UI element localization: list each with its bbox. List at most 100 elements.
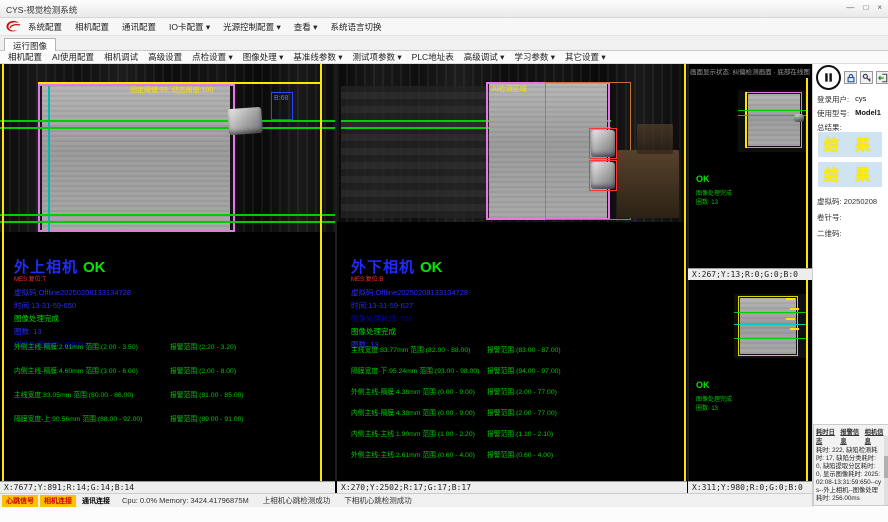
toolbar-item[interactable]: 测试项参数 ▾ [353, 51, 402, 63]
aux-camera-panel-2[interactable]: OK 图像处理完成 圈数: 13 [688, 280, 812, 481]
alarm-range: 报警范围:(1.10 - 2.10) [487, 428, 553, 438]
measure-line [0, 221, 335, 223]
logout-icon [878, 73, 888, 83]
mes-status: MES:复位:T [14, 277, 131, 284]
toolbar-item[interactable]: AI使用配置 [52, 51, 94, 63]
machine-part [637, 124, 673, 154]
log-tab[interactable]: 耗时日志 [816, 427, 837, 445]
exit-button[interactable] [876, 71, 888, 84]
toolbar-item[interactable]: 高级调试 ▾ [464, 51, 505, 63]
alarm-range: 报警范围:(2.00 - 77.00) [487, 386, 557, 396]
aux-camera-panel-1[interactable]: OK 图像处理完成 圈数: 13 [688, 78, 812, 268]
menu-item[interactable]: 系统配置 [28, 21, 62, 33]
toolbar-item[interactable]: 相机配置 [8, 51, 42, 63]
yellow-marker [790, 308, 799, 310]
process-done: 图像处理完成 [351, 328, 468, 336]
virtual-code-field: 虚拟码: 20250208 [817, 196, 877, 207]
machine-part [617, 150, 679, 218]
measurement-row: 内侧主线-隔膜:4.60mm 范围:(3.00 - 6.00) 报警范围:(2.… [0, 358, 335, 382]
capture-time: 时间:13-31-59-650 [14, 302, 131, 310]
mes-status: MES:复位:B [351, 277, 468, 284]
log-scrollbar[interactable] [884, 436, 888, 506]
model-value: Model1 [855, 108, 881, 119]
alarm-range: 报警范围:(83.00 - 87.00) [487, 344, 561, 354]
measurement-row: 外侧主线-隔膜:4.38mm 范围:(0.00 - 9.00) 报警范围:(2.… [337, 380, 687, 401]
toolbar-item[interactable]: 学习参数 ▾ [514, 51, 555, 63]
result-badge-bottom: 结 果 [818, 162, 882, 187]
toolbar-item[interactable]: 图像处理 ▾ [243, 51, 284, 63]
measurement-value: 内侧主线-隔膜:4.60mm 范围:(3.00 - 6.00) [14, 365, 138, 375]
key-icon [862, 73, 872, 83]
virtual-code: 虚拟码:Offline20250208133134728 [351, 289, 468, 297]
alarm-range: 报警范围:(0.60 - 4.00) [487, 449, 553, 459]
toolbar: 相机配置 AI使用配置相机调试高级设置点检设置 ▾ 图像处理 ▾ 基准线参数 ▾ 测试项… [0, 51, 888, 64]
login-value: cys [855, 94, 866, 105]
camera-panel-upper[interactable]: B:68 固定阈值:93, 动态阈值:100 外上相机OK MES:复位:T 虚… [0, 64, 335, 481]
alarm-range: 报警范围:(2.00 - 8.00) [170, 365, 236, 375]
yellow-marker [786, 318, 795, 320]
aux-hint-text: 画面显示状态: 纠偏检测画面 · 底部在线图 [690, 66, 810, 76]
menu-item[interactable]: 查看 ▾ [294, 21, 318, 33]
measure-line [0, 127, 335, 129]
needle-field: 卷针号: [817, 212, 842, 223]
pause-button[interactable] [816, 65, 841, 90]
measurement-row: 主线宽度:83.77mm 范围:(82.00 - 88.00) 报警范围:(83… [337, 338, 687, 359]
aux2-coordinate-strip: X:311;Y:980;R:0;G:0;B:0 [688, 481, 812, 493]
ok-status: OK [420, 259, 443, 276]
process-elapsed: 图像处理耗时: 766 [351, 315, 468, 323]
minimize-button[interactable]: — [846, 3, 854, 13]
camera-title: 外上相机 [14, 259, 78, 276]
aux-status-line: 圈数: 13 [696, 403, 718, 412]
maximize-button[interactable]: □ [863, 3, 868, 13]
aux-ok-status: OK [696, 174, 710, 184]
measurement-value: 内侧主线-隔膜:4.38mm 范围:(0.00 - 9.00) [351, 407, 475, 417]
toolbar-item[interactable]: 高级设置 [148, 51, 182, 63]
aux-status-line: 图像处理完成 [696, 394, 732, 403]
log-tab[interactable]: 相机信息 [865, 427, 886, 445]
yellow-marker [790, 328, 799, 330]
window-footer [0, 507, 888, 522]
yellow-marker [786, 298, 795, 300]
lock-icon [846, 73, 856, 83]
toolbar-item[interactable]: PLC地址表 [412, 51, 454, 63]
menu-item[interactable]: 相机配置 [75, 21, 109, 33]
lower-coordinate-strip: X:270;Y:2502;R:17;G:17;B:17 [337, 481, 687, 493]
model-field: 使用型号: Model1 [817, 108, 881, 119]
toolbar-item[interactable]: 相机调试 [104, 51, 138, 63]
status-bar: 心跳信号相机连接通讯连接 Cpu: 0.0% Memory: 3424.4179… [0, 493, 812, 507]
measurement-value: 隔膜宽度-上:90.56mm 范围:(88.00 - 92.00) [14, 413, 142, 423]
tab-run-image[interactable]: 运行图像 [4, 38, 56, 52]
measurement-list: 外侧主线-隔膜:2.91mm 范围:(2.00 - 3.50) 报警范围:(2.… [0, 334, 335, 430]
toolbar-item[interactable]: 点检设置 ▾ [192, 51, 233, 63]
app-logo-icon [5, 20, 21, 33]
alarm-range: 报警范围:(81.00 - 85.00) [170, 389, 244, 399]
lock-button[interactable] [844, 71, 857, 84]
camera-title: 外下相机 [351, 259, 415, 276]
measurement-value: 隔膜宽度-下:95.24mm 范围:(93.00 - 98.00) [351, 365, 479, 375]
toolbar-item[interactable]: 基准线参数 ▾ [293, 51, 342, 63]
camera-panel-lower[interactable]: AI检测区域 外下相机OK MES:复位:B 虚拟码:Offline202502… [337, 64, 687, 481]
defect-box [589, 160, 617, 191]
menu-item[interactable]: 系统语言切换 [330, 21, 381, 33]
measurement-value: 外侧主线-主线:2.61mm 范围:(0.60 - 4.00) [351, 449, 475, 459]
teal-edge-line [48, 86, 50, 232]
measurement-row: 内侧主线-主线:1.90mm 范围:(1.00 - 2.20) 报警范围:(1.… [337, 422, 687, 443]
log-tab[interactable]: 报警信息 [840, 427, 861, 445]
measurement-value: 主线宽度:83.77mm 范围:(82.00 - 88.00) [351, 344, 470, 354]
menu-item[interactable]: 通讯配置 [122, 21, 156, 33]
measurement-value: 外侧主线-隔膜:4.38mm 范围:(0.00 - 9.00) [351, 386, 475, 396]
virtual-code: 虚拟码:Offline20250208133134728 [14, 289, 131, 297]
heartbeat-message-upper: 上相机心跳检测成功 [263, 495, 331, 506]
close-button[interactable]: × [877, 3, 882, 13]
key-button[interactable] [860, 71, 873, 84]
sidebar: 登录用户: cys 使用型号: Model1 总结果: 结 果 结 果 虚拟码:… [812, 64, 888, 522]
stacked-sheets [341, 86, 489, 218]
toolbar-item[interactable]: 其它设置 ▾ [565, 51, 606, 63]
defect-box [589, 128, 617, 159]
title-bar: CYS-视觉检测系统 — □ × [0, 0, 888, 18]
menu-item[interactable]: IO卡配置 ▾ [169, 21, 210, 33]
measurement-list: 主线宽度:83.77mm 范围:(82.00 - 88.00) 报警范围:(83… [337, 338, 687, 464]
aux1-coordinate-strip: X:267;Y:13;R:0;G:0;B:0 [688, 268, 812, 280]
menu-item[interactable]: 光源控制配置 ▾ [223, 21, 281, 33]
measurement-row: 主线宽度:83.05mm 范围:(80.00 - 86.00) 报警范围:(81… [0, 382, 335, 406]
